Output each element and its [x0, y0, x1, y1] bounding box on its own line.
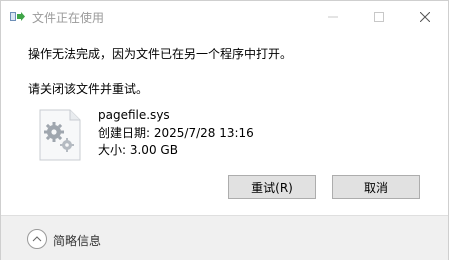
minimize-icon: [328, 16, 338, 17]
file-move-icon: [10, 10, 26, 24]
close-button[interactable]: [402, 1, 448, 32]
retry-button[interactable]: 重试(R): [228, 175, 316, 199]
details-label[interactable]: 简略信息: [53, 232, 101, 249]
dialog-footer: 简略信息: [1, 215, 448, 260]
maximize-icon: [374, 11, 384, 22]
close-icon: [420, 11, 430, 22]
file-in-use-dialog: 文件正在使用 操作无法完成，因为文件已在另一个程序中打开。 请关闭该文件并重试。: [0, 0, 449, 260]
chevron-up-icon: [32, 236, 42, 242]
minimize-button[interactable]: [310, 1, 356, 32]
file-name: pagefile.sys: [98, 108, 170, 122]
window-title: 文件正在使用: [32, 11, 105, 25]
system-file-gears-icon: [38, 109, 82, 161]
error-message: 操作无法完成，因为文件已在另一个程序中打开。: [28, 47, 293, 61]
file-created-date: 创建日期: 2025/7/28 13:16: [98, 126, 254, 140]
maximize-button[interactable]: [356, 1, 402, 32]
cancel-button[interactable]: 取消: [332, 175, 420, 199]
details-toggle-button[interactable]: [27, 229, 47, 249]
file-size: 大小: 3.00 GB: [98, 143, 178, 157]
title-bar[interactable]: 文件正在使用: [1, 1, 448, 32]
instruction-message: 请关闭该文件并重试。: [28, 82, 149, 96]
